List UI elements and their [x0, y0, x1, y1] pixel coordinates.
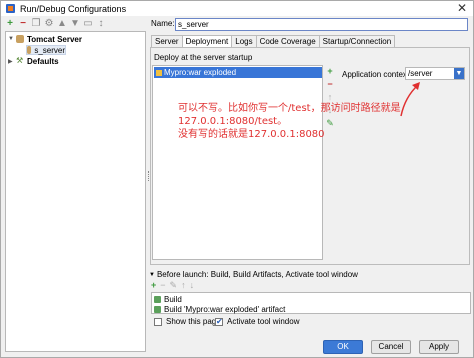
tab-server[interactable]: Server	[151, 35, 183, 47]
dialog-buttons: OK Cancel Apply	[323, 340, 459, 354]
annotation-line-1: 可以不写。比如你写一个/test，那访问时路径就是127.0.0.1:8080/…	[178, 103, 401, 127]
sort-icon[interactable]: ↕	[96, 19, 106, 29]
tab-code-coverage[interactable]: Code Coverage	[255, 35, 320, 47]
move-up-icon[interactable]: ▲	[57, 19, 67, 29]
settings-icon[interactable]: ⚙	[44, 19, 54, 29]
tab-deployment[interactable]: Deployment	[181, 35, 233, 47]
build-artifact-icon	[154, 305, 161, 313]
list-item[interactable]: Build 'Mypro:war exploded' artifact	[154, 304, 285, 314]
collapse-arrow-icon[interactable]: ▼	[149, 272, 155, 278]
context-select[interactable]: /server ▼	[405, 67, 465, 80]
artifact-row[interactable]: Mypro:war exploded	[154, 67, 322, 78]
tree-group-tomcat[interactable]: ▼ Tomcat Server	[8, 34, 82, 44]
close-icon[interactable]: ✕	[457, 2, 467, 14]
config-tree[interactable]: ▼ Tomcat Server s_server ▶ ⚒ Defaults	[5, 31, 146, 352]
annotation-line-2: 没有写的话就是127.0.0.1:8080	[178, 129, 325, 140]
artifact-label: Mypro:war exploded	[164, 68, 237, 77]
defaults-icon: ⚒	[16, 56, 24, 65]
tomcat-icon	[27, 46, 32, 54]
apply-button[interactable]: Apply	[419, 340, 459, 354]
left-toolbar: + − ❐ ⚙ ▲ ▼ ▭ ↕	[5, 18, 106, 30]
artifact-icon	[156, 69, 162, 76]
before-launch-toolbar: + − ✎ ↑ ↓	[151, 281, 194, 290]
activate-window-option[interactable]: Activate tool window	[215, 317, 299, 326]
context-value: /server	[408, 69, 433, 78]
run-debug-dialog: Run/Debug Configurations ✕ + − ❐ ⚙ ▲ ▼ ▭…	[0, 0, 474, 358]
list-item[interactable]: Build	[154, 294, 182, 304]
tree-item-label: s_server	[34, 45, 65, 55]
before-launch-header[interactable]: ▼ Before launch: Build, Build Artifacts,…	[149, 270, 358, 279]
dropdown-arrow-icon[interactable]: ▼	[454, 68, 464, 79]
tab-logs[interactable]: Logs	[231, 35, 257, 47]
app-icon	[6, 4, 15, 13]
show-page-option[interactable]: Show this page	[154, 317, 221, 326]
deploy-label: Deploy at the server startup	[154, 53, 253, 62]
task-label: Build	[164, 294, 182, 304]
tree-defaults-label: Defaults	[27, 56, 59, 66]
tree-item-s-server[interactable]: s_server	[26, 45, 66, 55]
activate-window-checkbox[interactable]	[215, 317, 223, 326]
artifact-list[interactable]: Mypro:war exploded	[152, 65, 323, 260]
title-bar: Run/Debug Configurations ✕	[1, 1, 473, 16]
remove-icon[interactable]: −	[18, 19, 28, 29]
edit-task-icon[interactable]: ✎	[170, 281, 178, 290]
expand-arrow-icon[interactable]: ▼	[8, 36, 16, 42]
annotation-text: 可以不写。比如你写一个/test，那访问时路径就是127.0.0.1:8080/…	[178, 102, 474, 141]
show-page-checkbox[interactable]	[154, 317, 162, 326]
tree-group-defaults[interactable]: ▶ ⚒ Defaults	[8, 56, 59, 66]
move-down-icon[interactable]: ▼	[70, 19, 80, 29]
build-icon	[154, 295, 161, 303]
before-launch-list[interactable]: Build Build 'Mypro:war exploded' artifac…	[151, 292, 471, 314]
add-icon[interactable]: +	[5, 19, 15, 29]
copy-icon[interactable]: ❐	[31, 19, 41, 29]
cancel-button[interactable]: Cancel	[371, 340, 411, 354]
tomcat-icon	[16, 35, 24, 43]
task-label: Build 'Mypro:war exploded' artifact	[164, 304, 286, 314]
move-down-task-icon[interactable]: ↓	[190, 281, 195, 290]
move-up-task-icon[interactable]: ↑	[181, 281, 186, 290]
add-artifact-icon[interactable]: +	[325, 67, 335, 76]
before-launch-label: Before launch: Build, Build Artifacts, A…	[156, 270, 358, 279]
add-task-icon[interactable]: +	[151, 281, 156, 290]
show-page-label: Show this page	[166, 317, 221, 326]
remove-task-icon[interactable]: −	[160, 281, 165, 290]
window-title: Run/Debug Configurations	[20, 3, 127, 14]
tab-startup-connection[interactable]: Startup/Connection	[318, 35, 396, 47]
ok-button[interactable]: OK	[323, 340, 363, 354]
context-label: Application context:	[342, 70, 412, 79]
tree-group-label: Tomcat Server	[27, 34, 82, 44]
name-label: Name:	[151, 19, 175, 28]
tab-bar: Server Deployment Logs Code Coverage Sta…	[151, 35, 396, 47]
collapse-arrow-icon[interactable]: ▶	[8, 58, 16, 65]
folder-icon[interactable]: ▭	[83, 19, 93, 29]
name-input[interactable]: s_server	[175, 18, 468, 31]
remove-artifact-icon[interactable]: −	[325, 80, 335, 89]
move-up-icon[interactable]: ↑	[325, 93, 335, 102]
activate-window-label: Activate tool window	[227, 317, 300, 326]
